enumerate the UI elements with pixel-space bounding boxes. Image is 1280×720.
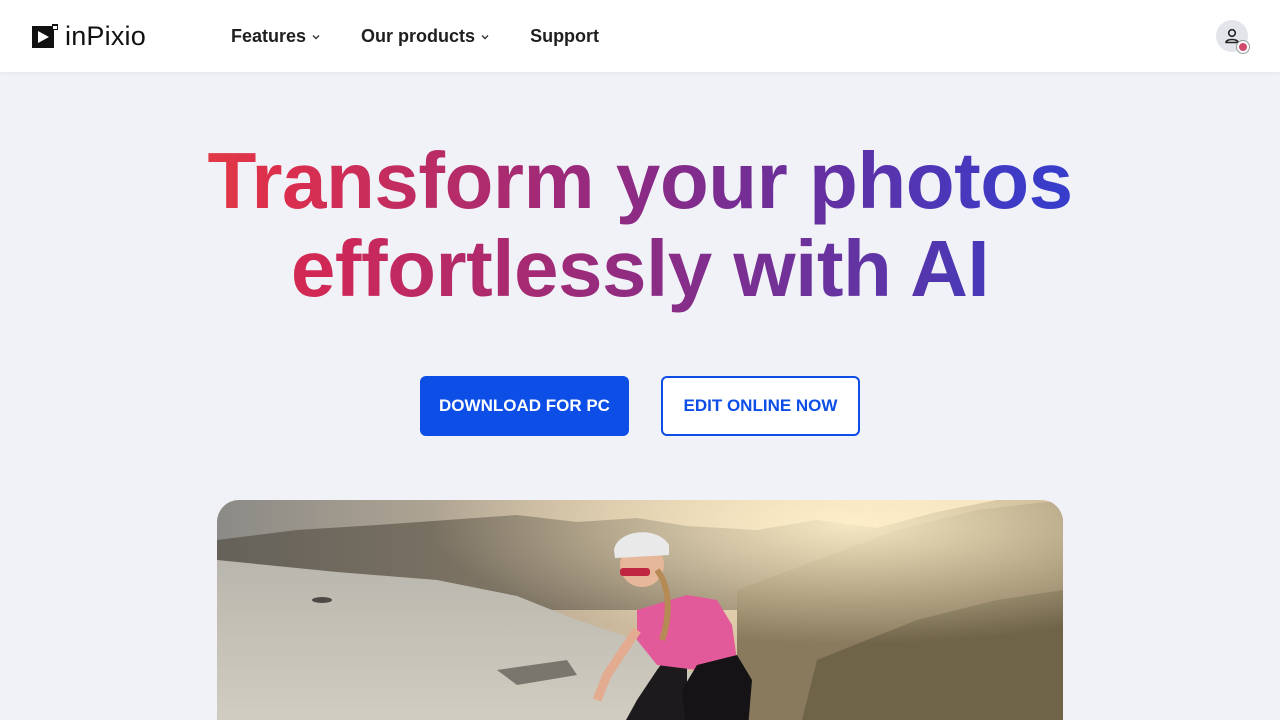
nav-item-features[interactable]: Features [231, 26, 321, 47]
site-header: inPixio Features Our products Support [0, 0, 1280, 72]
account-button[interactable] [1216, 20, 1249, 53]
hero-title: Transform your photos effortlessly with … [0, 137, 1280, 313]
main-nav: Features Our products Support [231, 0, 599, 72]
download-for-pc-button[interactable]: DOWNLOAD FOR PC [420, 376, 629, 436]
hero-title-line-2: effortlessly with AI [0, 225, 1280, 313]
edit-online-now-button[interactable]: EDIT ONLINE NOW [661, 376, 860, 436]
nav-item-label: Our products [361, 25, 476, 46]
hero-title-line-1: Transform your photos [0, 137, 1280, 225]
nav-item-our-products[interactable]: Our products [361, 26, 490, 47]
play-logo-icon [32, 24, 58, 50]
status-badge [1237, 41, 1249, 53]
brand-logo[interactable]: inPixio [32, 20, 146, 52]
hero-photo [217, 500, 1063, 720]
brand-name: inPixio [65, 20, 146, 51]
nav-item-label: Support [530, 25, 600, 46]
nav-item-label: Features [231, 25, 307, 46]
nav-item-support[interactable]: Support [530, 26, 599, 47]
chevron-down-icon [481, 35, 489, 40]
hero-image-cyclist [217, 500, 1063, 720]
chevron-down-icon [312, 35, 320, 40]
